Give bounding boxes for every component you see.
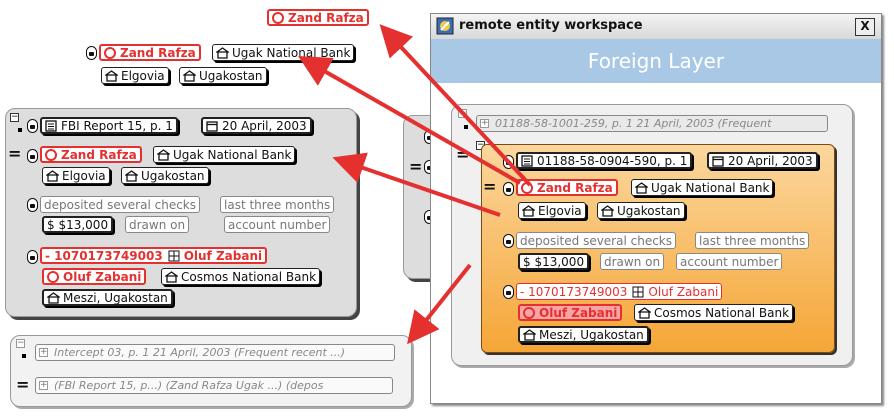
link-arrows (298, 24, 532, 345)
link-arrow (407, 263, 472, 345)
link-arrow (332, 152, 501, 217)
link-arrow (379, 24, 532, 187)
link-arrow (298, 56, 521, 185)
